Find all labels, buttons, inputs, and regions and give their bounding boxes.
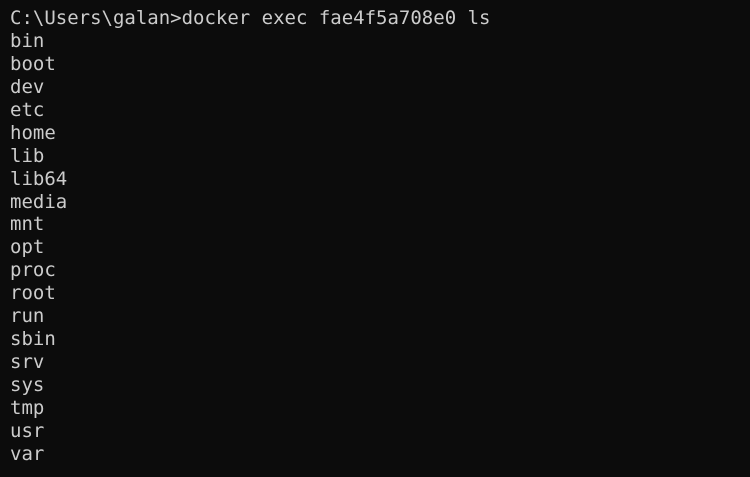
output-line: run	[10, 305, 45, 328]
output-line: home	[10, 121, 56, 144]
output-line: proc	[10, 259, 56, 282]
output-line: root	[10, 282, 56, 305]
output-line: lib	[10, 144, 45, 167]
output-line: lib64	[10, 167, 68, 190]
output-line: opt	[10, 236, 45, 259]
output-line: sbin	[10, 328, 56, 351]
output-line: usr	[10, 419, 45, 442]
prompt: C:\Users\galan>	[10, 7, 182, 29]
terminal-window[interactable]: C:\Users\galan>docker exec fae4f5a708e0 …	[0, 0, 750, 477]
output-line: media	[10, 190, 68, 213]
output-line: var	[10, 442, 45, 465]
output-line: sys	[10, 374, 45, 396]
output-line: srv	[10, 351, 45, 374]
command-text: docker exec fae4f5a708e0 ls	[181, 7, 491, 29]
output-line: mnt	[10, 213, 45, 236]
output-line: tmp	[10, 396, 45, 419]
command-line: C:\Users\galan>docker exec fae4f5a708e0 …	[10, 7, 750, 30]
output-line: boot	[10, 52, 56, 75]
output-line: dev	[10, 75, 45, 98]
output-line: etc	[10, 98, 45, 121]
output-line: bin	[10, 29, 45, 52]
